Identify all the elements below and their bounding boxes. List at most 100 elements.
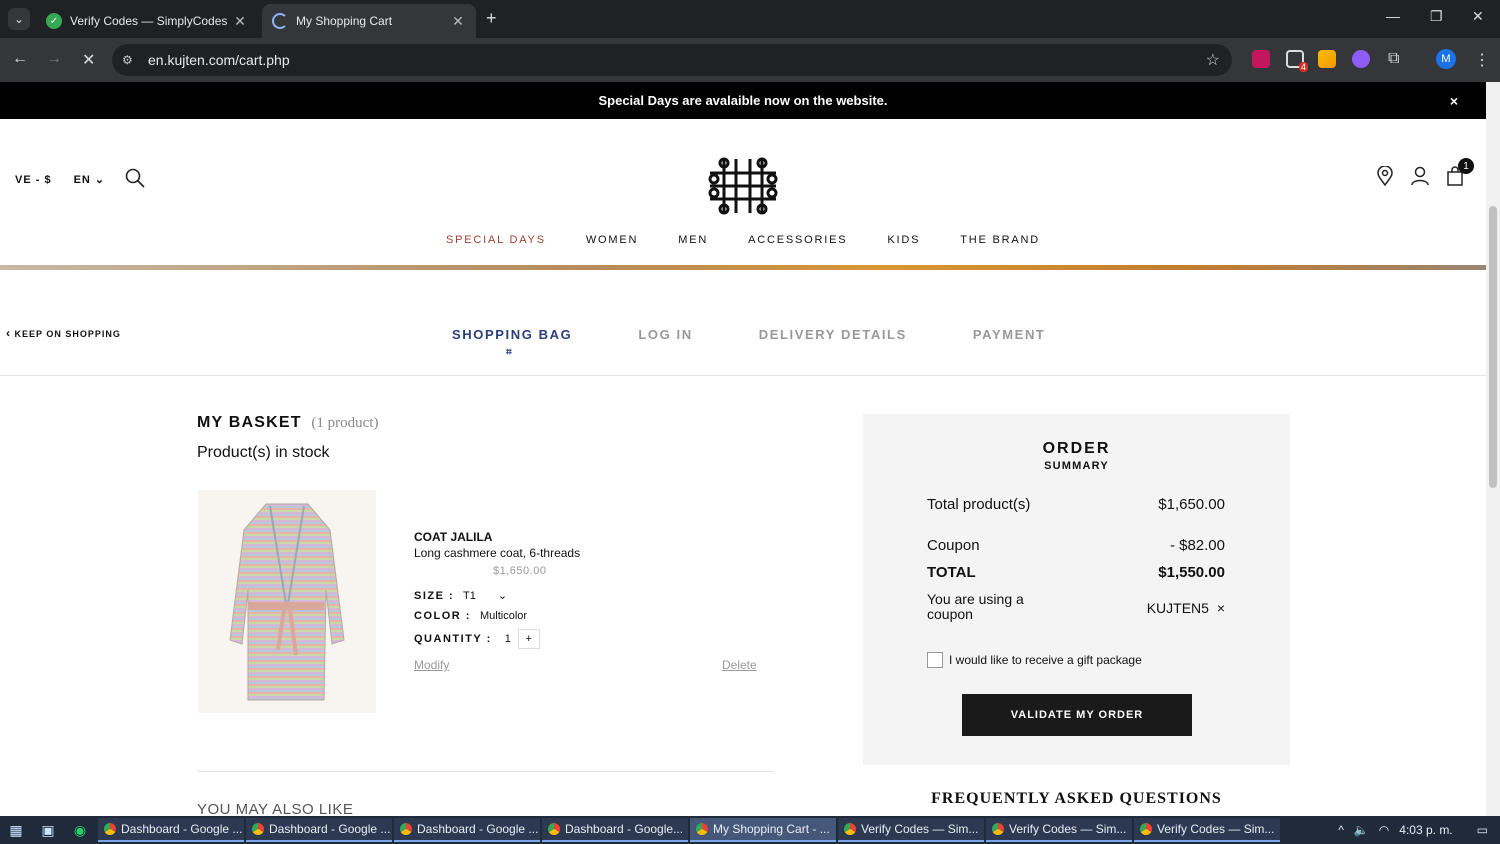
extensions-puzzle-icon[interactable]: ⧉ [1388,50,1399,68]
nav-accessories[interactable]: ACCESSORIES [748,234,847,246]
chrome-icon [696,823,708,835]
close-tab-icon[interactable]: ✕ [232,13,248,30]
nav-women[interactable]: WOMEN [586,234,638,246]
taskbar-app-label: Verify Codes — Sim... [1157,822,1275,836]
app-icon[interactable]: ▣ [32,816,64,844]
nav-kids[interactable]: KIDS [887,234,920,246]
product-name[interactable]: COAT JALILA [414,530,580,544]
restore-icon[interactable]: ❐ [1430,8,1443,25]
user-account-icon[interactable] [1410,166,1430,191]
volume-icon[interactable]: 🔈 [1354,823,1369,837]
whatsapp-icon[interactable]: ◉ [64,816,96,844]
validate-order-button[interactable]: VALIDATE MY ORDER [962,694,1192,736]
taskbar-app[interactable]: Verify Codes — Sim... [838,818,984,842]
browser-menu-icon[interactable]: ⋮ [1474,50,1490,70]
nav-men[interactable]: MEN [678,234,708,246]
divider [197,771,774,772]
language-selector[interactable]: EN ⌄ [74,173,106,186]
summary-subtitle: SUMMARY [1044,460,1109,472]
taskbar-app-label: Dashboard - Google ... [121,822,243,836]
taskbar-app[interactable]: Dashboard - Google ... [394,818,540,842]
taskbar-app-label: Dashboard - Google ... [269,822,391,836]
extension-badge: 4 [1298,62,1308,72]
nav-special-days[interactable]: SPECIAL DAYS [446,234,546,246]
shopping-bag-icon[interactable]: 1 [1446,158,1474,191]
new-tab-icon[interactable]: + [486,8,497,29]
size-label: SIZE : [414,590,455,602]
close-window-icon[interactable]: ✕ [1472,8,1484,25]
taskbar-app-label: Dashboard - Google... [565,822,684,836]
chevron-up-icon[interactable]: ^ [1338,823,1344,837]
faq-heading[interactable]: FREQUENTLY ASKED QUESTIONS [863,790,1290,808]
size-value: T1 [463,590,476,602]
product-image[interactable] [198,490,376,713]
taskbar-app[interactable]: Dashboard - Google ... [98,818,244,842]
size-select[interactable]: T1 ⌄ [463,590,507,602]
chevron-down-icon: ⌄ [497,590,508,602]
notifications-icon[interactable]: ▭ [1477,823,1488,837]
location-pin-icon[interactable] [1376,165,1394,191]
taskbar-app[interactable]: Verify Codes — Sim... [986,818,1132,842]
step-log-in[interactable]: LOG IN [638,327,692,342]
address-bar[interactable]: ⚙ en.kujten.com/cart.php ☆ [112,44,1232,76]
color-label: COLOR : [414,610,471,622]
applied-coupon: You are using a coupon KUJTEN5 × [927,592,1225,622]
coupon-label: Coupon [927,537,980,554]
wifi-icon[interactable]: ◠ [1379,823,1389,837]
quantity-input[interactable]: 1 [498,633,518,645]
forward-icon[interactable]: → [46,50,62,68]
tab-verify-codes[interactable]: ✓ Verify Codes — SimplyCodes ✕ [36,4,258,38]
tab-search-icon[interactable]: ⌄ [8,8,30,30]
gift-checkbox[interactable] [927,652,943,668]
step-delivery-details[interactable]: DELIVERY DETAILS [759,327,907,342]
gift-package-option[interactable]: I would like to receive a gift package [927,652,1142,668]
taskbar-app-label: Dashboard - Google ... [417,822,539,836]
bookmark-star-icon[interactable]: ☆ [1206,50,1220,70]
task-view-icon[interactable]: ▦ [0,816,32,844]
total-products-row: Total product(s) $1,650.00 [927,496,1225,513]
step-shopping-bag[interactable]: SHOPPING BAG ⌗ [452,327,572,358]
site-info-icon[interactable]: ⚙ [122,53,142,67]
scrollbar-thumb[interactable] [1489,206,1497,488]
search-icon[interactable] [125,168,145,191]
announcement-close-icon[interactable]: × [1450,93,1458,109]
chrome-icon [992,823,1004,835]
keep-on-shopping-link[interactable]: ‹ KEEP ON SHOPPING [6,326,121,340]
quantity-plus-button[interactable]: + [517,629,540,649]
page-scrollbar[interactable] [1486,82,1500,816]
header-right: 1 [1376,158,1474,191]
active-step-logo-icon: ⌗ [506,347,514,358]
extension-icon[interactable]: 4 [1286,50,1308,72]
stop-loading-icon[interactable]: ✕ [82,50,95,70]
taskbar-app[interactable]: Dashboard - Google ... [246,818,392,842]
kujten-logo[interactable] [708,157,778,215]
coupon-row: Coupon - $82.00 [927,537,1225,554]
modify-link[interactable]: Modify [414,658,449,672]
chrome-icon [1140,823,1152,835]
remove-coupon-icon[interactable]: × [1217,600,1225,616]
taskbar-app[interactable]: Verify Codes — Sim... [1134,818,1280,842]
ublock-extension-icon[interactable] [1252,50,1270,68]
lightning-extension-icon[interactable] [1318,50,1336,68]
back-icon[interactable]: ← [12,50,28,68]
coupon-code: KUJTEN5 × [1147,600,1225,616]
close-tab-icon[interactable]: ✕ [450,13,466,30]
profile-avatar[interactable]: M [1436,49,1456,69]
gift-label: I would like to receive a gift package [949,653,1142,667]
step-payment[interactable]: PAYMENT [973,327,1046,342]
taskbar-app[interactable]: Dashboard - Google... [542,818,688,842]
delete-link[interactable]: Delete [722,658,757,672]
divider [0,375,1486,376]
clock-time[interactable]: 4:03 p. m. [1399,823,1452,837]
url-text[interactable]: en.kujten.com/cart.php [148,52,290,68]
quantity-row: QUANTITY : 1 + [414,629,540,649]
tab-title: Verify Codes — SimplyCodes [70,14,228,28]
region-selector[interactable]: VE - $ [15,174,52,186]
keep-on-shopping-label: KEEP ON SHOPPING [14,329,121,339]
taskbar-app-label: Verify Codes — Sim... [861,822,979,836]
minimize-icon[interactable]: — [1386,8,1400,24]
nav-the-brand[interactable]: THE BRAND [960,234,1040,246]
tab-my-shopping-cart[interactable]: My Shopping Cart ✕ [262,4,476,38]
taskbar-app-active[interactable]: My Shopping Cart - ... [690,818,836,842]
purple-extension-icon[interactable] [1352,50,1370,68]
